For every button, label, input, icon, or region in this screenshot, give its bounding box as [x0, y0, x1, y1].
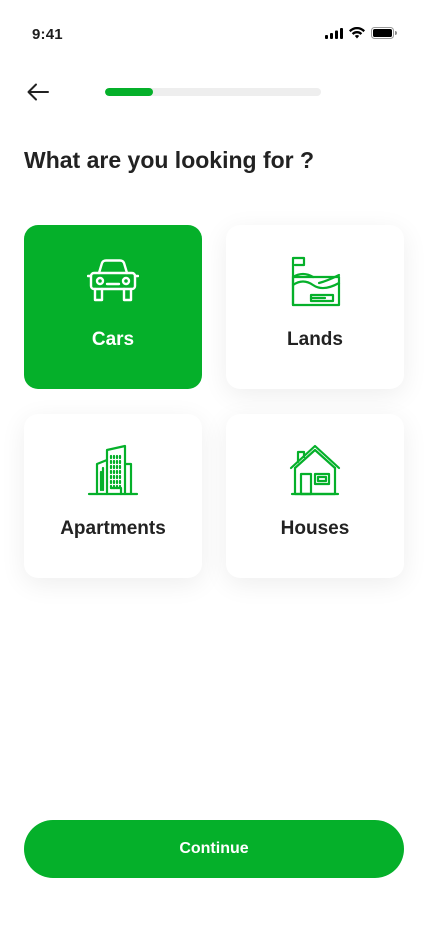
category-grid: Cars Lands Apartments Houses: [24, 225, 404, 578]
continue-button[interactable]: Continue: [24, 820, 404, 878]
apartment-building-icon: [87, 444, 139, 496]
progress-fill: [105, 88, 153, 96]
option-card-houses[interactable]: Houses: [226, 414, 404, 578]
page-title: What are you looking for ?: [24, 147, 315, 173]
option-card-apartments[interactable]: Apartments: [24, 414, 202, 578]
option-label: Cars: [91, 329, 135, 350]
back-button[interactable]: [22, 76, 54, 108]
cellular-signal-icon: [325, 27, 343, 39]
land-icon: [291, 256, 341, 307]
status-bar: 9:41: [0, 0, 428, 70]
progress-bar: [105, 88, 321, 96]
status-time: 9:41: [32, 26, 63, 43]
car-icon: [87, 259, 139, 302]
wifi-icon: [349, 27, 365, 39]
option-label: Houses: [280, 518, 350, 539]
option-label: Lands: [287, 329, 343, 350]
option-card-lands[interactable]: Lands: [226, 225, 404, 389]
battery-icon: [371, 27, 397, 39]
option-label: Apartments: [60, 518, 166, 539]
option-card-cars[interactable]: Cars: [24, 225, 202, 389]
arrow-left-icon: [27, 83, 49, 101]
house-icon: [289, 444, 341, 496]
status-icons: [325, 27, 397, 39]
